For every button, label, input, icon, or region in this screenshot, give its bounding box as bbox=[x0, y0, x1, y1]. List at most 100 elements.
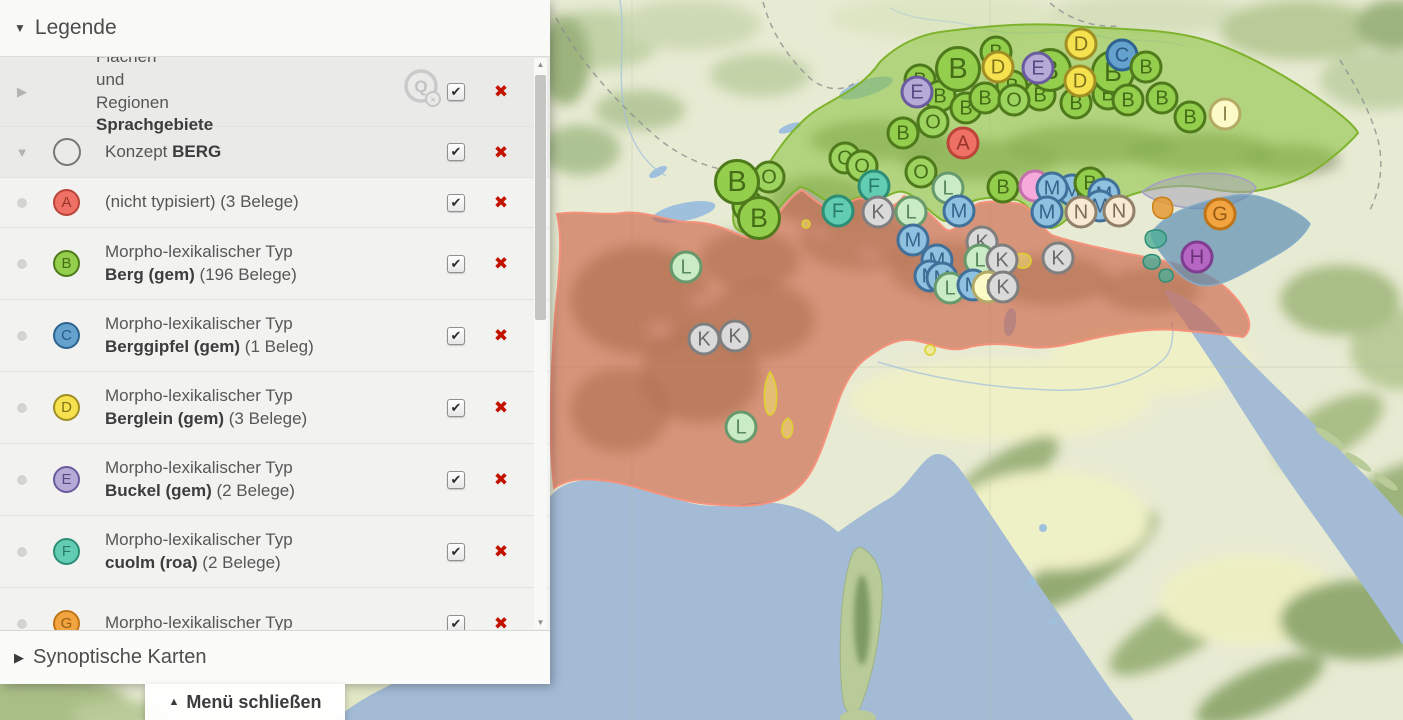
remove-layer-button[interactable]: ✖ bbox=[492, 194, 510, 211]
legend-item-label: Morpho-lexikalischer TypBerggipfel (gem)… bbox=[105, 313, 447, 359]
legend-marker-G: G bbox=[53, 610, 80, 630]
remove-layer-button[interactable]: ✖ bbox=[492, 83, 510, 100]
map-marker-K[interactable]: K bbox=[862, 196, 895, 229]
map-marker-K[interactable]: K bbox=[987, 271, 1020, 304]
legend-group-row[interactable]: ▶Flächen und RegionenSprachgebieteQ×✔✖ bbox=[0, 57, 550, 127]
visibility-checkbox[interactable]: ✔ bbox=[447, 83, 465, 101]
map-marker-B[interactable]: B bbox=[737, 196, 781, 240]
visibility-checkbox[interactable]: ✔ bbox=[447, 327, 465, 345]
map-marker-K[interactable]: K bbox=[688, 323, 721, 356]
legend-item-bullet bbox=[17, 475, 27, 485]
concept-circle-icon bbox=[53, 138, 81, 166]
menu-close-button[interactable]: ▲ Menü schließen bbox=[145, 684, 345, 720]
map-marker-D[interactable]: D bbox=[982, 51, 1015, 84]
chevron-right-icon: ▶ bbox=[14, 650, 24, 666]
chevron-up-icon: ▲ bbox=[169, 696, 180, 708]
map-marker-F[interactable]: F bbox=[822, 195, 855, 228]
map-marker-K[interactable]: K bbox=[1042, 242, 1075, 275]
chevron-right-icon[interactable]: ▶ bbox=[17, 84, 27, 100]
map-marker-B[interactable]: B bbox=[1146, 82, 1179, 115]
legend-item-row-C[interactable]: C Morpho-lexikalischer TypBerggipfel (gem… bbox=[0, 300, 550, 372]
legend-title: Legende bbox=[35, 16, 117, 40]
visibility-checkbox[interactable]: ✔ bbox=[447, 399, 465, 417]
scrollbar-up-icon[interactable]: ▲ bbox=[534, 60, 547, 69]
map-marker-B[interactable]: B bbox=[1174, 101, 1207, 134]
chevron-down-icon: ▼ bbox=[14, 21, 26, 35]
map-marker-N[interactable]: N bbox=[1065, 196, 1098, 229]
map-marker-D[interactable]: D bbox=[1064, 65, 1097, 98]
remove-layer-button[interactable]: ✖ bbox=[492, 399, 510, 416]
legend-item-row-D[interactable]: D Morpho-lexikalischer TypBerglein (gem) … bbox=[0, 372, 550, 444]
map-marker-B[interactable]: B bbox=[987, 171, 1020, 204]
query-icon: Q× bbox=[399, 65, 447, 118]
legend-marker-F: F bbox=[53, 538, 80, 565]
remove-layer-button[interactable]: ✖ bbox=[492, 255, 510, 272]
legend-marker-E: E bbox=[53, 466, 80, 493]
map-marker-L[interactable]: L bbox=[725, 411, 758, 444]
synoptic-maps-section[interactable]: ▶ Synoptische Karten bbox=[0, 630, 550, 684]
map-marker-B[interactable]: B bbox=[887, 117, 920, 150]
legend-marker-C: C bbox=[53, 322, 80, 349]
legend-item-row-G[interactable]: G Morpho-lexikalischer Typ✔ ✖ bbox=[0, 588, 550, 630]
scrollbar-down-icon[interactable]: ▼ bbox=[534, 618, 547, 627]
legend-item-row-F[interactable]: F Morpho-lexikalischer Typcuolm (roa) (2 … bbox=[0, 516, 550, 588]
map-marker-K[interactable]: K bbox=[719, 320, 752, 353]
remove-layer-button[interactable]: ✖ bbox=[492, 543, 510, 560]
legend-item-bullet bbox=[17, 259, 27, 269]
map-marker-E[interactable]: E bbox=[1022, 52, 1055, 85]
remove-layer-button[interactable]: ✖ bbox=[492, 615, 510, 630]
map-marker-M[interactable]: M bbox=[943, 195, 976, 228]
menu-close-label: Menü schließen bbox=[186, 692, 321, 713]
legend-list: ▶Flächen und RegionenSprachgebieteQ×✔✖▼K… bbox=[0, 57, 550, 630]
legend-marker-D: D bbox=[53, 394, 80, 421]
legend-item-bullet bbox=[17, 198, 27, 208]
map-marker-B[interactable]: B bbox=[1130, 51, 1163, 84]
map-marker-D[interactable]: D bbox=[1065, 28, 1098, 61]
legend-item-label: Morpho-lexikalischer TypBerg (gem) (196 … bbox=[105, 241, 447, 287]
legend-item-bullet bbox=[17, 619, 27, 629]
visibility-checkbox[interactable]: ✔ bbox=[447, 471, 465, 489]
legend-item-bullet bbox=[17, 547, 27, 557]
legend-marker-B: B bbox=[53, 250, 80, 277]
legend-item-label: Morpho-lexikalischer Typ bbox=[105, 612, 447, 630]
visibility-checkbox[interactable]: ✔ bbox=[447, 615, 465, 631]
legend-item-label: Morpho-lexikalischer Typcuolm (roa) (2 B… bbox=[105, 529, 447, 575]
remove-layer-button[interactable]: ✖ bbox=[492, 144, 510, 161]
remove-layer-button[interactable]: ✖ bbox=[492, 471, 510, 488]
visibility-checkbox[interactable]: ✔ bbox=[447, 143, 465, 161]
visibility-checkbox[interactable]: ✔ bbox=[447, 255, 465, 273]
legend-group-label: Flächen und RegionenSprachgebiete bbox=[44, 57, 149, 137]
legend-item-bullet bbox=[17, 403, 27, 413]
legend-item-row-A[interactable]: A (nicht typisiert) (3 Belege)✔ ✖ bbox=[0, 178, 550, 228]
visibility-checkbox[interactable]: ✔ bbox=[447, 543, 465, 561]
synoptic-maps-label: Synoptische Karten bbox=[33, 646, 206, 669]
map-marker-E[interactable]: E bbox=[901, 76, 934, 109]
map-marker-G[interactable]: G bbox=[1204, 198, 1237, 231]
map-marker-M[interactable]: M bbox=[1031, 196, 1064, 229]
legend-marker-A: A bbox=[53, 189, 80, 216]
legend-header[interactable]: ▼ Legende bbox=[0, 0, 550, 57]
legend-item-label: Morpho-lexikalischer TypBuckel (gem) (2 … bbox=[105, 457, 447, 503]
map-marker-A[interactable]: A bbox=[947, 127, 980, 160]
scrollbar-thumb[interactable] bbox=[535, 75, 546, 320]
map-marker-B[interactable]: B bbox=[1112, 84, 1145, 117]
map-marker-N[interactable]: N bbox=[1103, 195, 1136, 228]
legend-item-label: Morpho-lexikalischer TypBerglein (gem) (… bbox=[105, 385, 447, 431]
map-marker-O[interactable]: O bbox=[917, 106, 950, 139]
legend-panel: ▼ Legende ▶ Flächen und RegionenSprachgeb… bbox=[0, 0, 550, 684]
scrollbar[interactable]: ▲ ▼ bbox=[534, 58, 547, 629]
legend-group-label: Konzept BERG bbox=[105, 141, 447, 164]
svg-text:Q: Q bbox=[414, 77, 427, 96]
map-marker-O[interactable]: O bbox=[998, 84, 1031, 117]
svg-text:×: × bbox=[430, 95, 436, 106]
legend-item-label: (nicht typisiert) (3 Belege) bbox=[105, 191, 447, 214]
map-marker-H[interactable]: H bbox=[1181, 241, 1214, 274]
legend-item-bullet bbox=[17, 331, 27, 341]
remove-layer-button[interactable]: ✖ bbox=[492, 327, 510, 344]
map-marker-I[interactable]: I bbox=[1209, 98, 1242, 131]
legend-item-row-B[interactable]: B Morpho-lexikalischer TypBerg (gem) (196… bbox=[0, 228, 550, 300]
visibility-checkbox[interactable]: ✔ bbox=[447, 194, 465, 212]
chevron-down-icon[interactable]: ▼ bbox=[16, 145, 29, 160]
legend-item-row-E[interactable]: E Morpho-lexikalischer TypBuckel (gem) (2… bbox=[0, 444, 550, 516]
map-marker-L[interactable]: L bbox=[670, 251, 703, 284]
